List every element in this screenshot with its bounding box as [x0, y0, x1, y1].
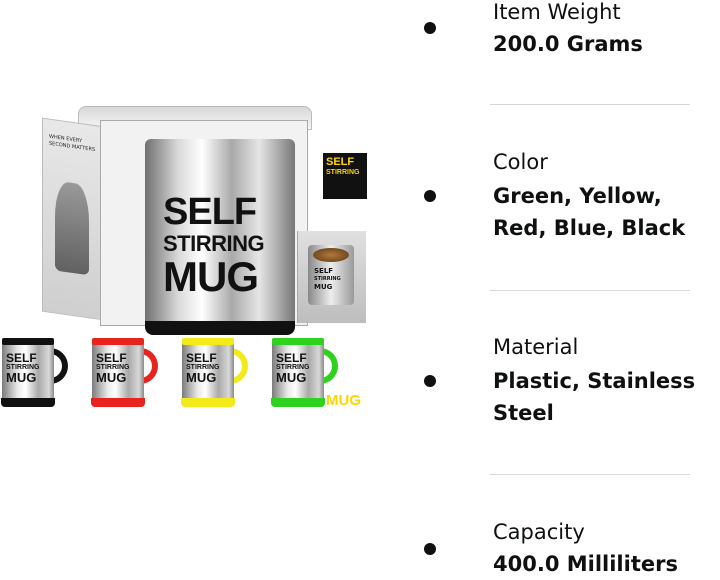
- mug-red: SELF STIRRING MUG: [91, 338, 158, 410]
- spec-value: 200.0 Grams: [493, 32, 643, 56]
- spec-label: Material: [493, 335, 579, 359]
- bullet-icon: [424, 22, 436, 34]
- inset-mug: SELF STIRRING MUG: [308, 245, 354, 305]
- divider: [490, 474, 690, 475]
- spec-label: Item Weight: [493, 0, 621, 24]
- mug-label: SELF STIRRING MUG: [6, 351, 40, 385]
- mug-label: SELF STIRRING MUG: [96, 351, 130, 385]
- coffee-swirl: [313, 248, 349, 262]
- box-logo: SELF STIRRING MUG: [323, 153, 367, 408]
- mug-yellow: SELF STIRRING MUG: [181, 338, 248, 410]
- box-title: SELF STIRRING MUG: [163, 191, 265, 300]
- box-side-panel: WHEN EVERY SECOND MATTERS: [42, 117, 104, 321]
- spec-label: Capacity: [493, 520, 585, 544]
- spec-value: 400.0 Milliliters: [493, 552, 678, 576]
- bullet-icon: [424, 190, 436, 202]
- box-inset-photo: SELF STIRRING MUG: [297, 231, 366, 323]
- bullet-icon: [424, 543, 436, 555]
- product-box: WHEN EVERY SECOND MATTERS SELF STIRRING …: [42, 106, 367, 408]
- person-figure: [55, 180, 89, 276]
- spec-label: Color: [493, 150, 548, 174]
- spec-value: Green, Yellow, Red, Blue, Black: [493, 184, 686, 240]
- mug-label: SELF STIRRING MUG: [186, 351, 220, 385]
- mug-black: SELF STIRRING MUG: [1, 338, 68, 410]
- divider: [490, 104, 690, 105]
- box-mug-base: [145, 321, 295, 335]
- spec-value: Plastic, Stainless Steel: [493, 369, 696, 425]
- product-image: WHEN EVERY SECOND MATTERS SELF STIRRING …: [0, 98, 367, 428]
- box-front-panel: SELF STIRRING MUG SELF STIRRING MUG SELF…: [100, 120, 367, 408]
- mug-green: SELF STIRRING MUG: [271, 338, 338, 410]
- divider: [490, 290, 690, 291]
- box-side-text: WHEN EVERY SECOND MATTERS: [49, 133, 96, 154]
- bullet-icon: [424, 375, 436, 387]
- mug-label: SELF STIRRING MUG: [276, 351, 310, 385]
